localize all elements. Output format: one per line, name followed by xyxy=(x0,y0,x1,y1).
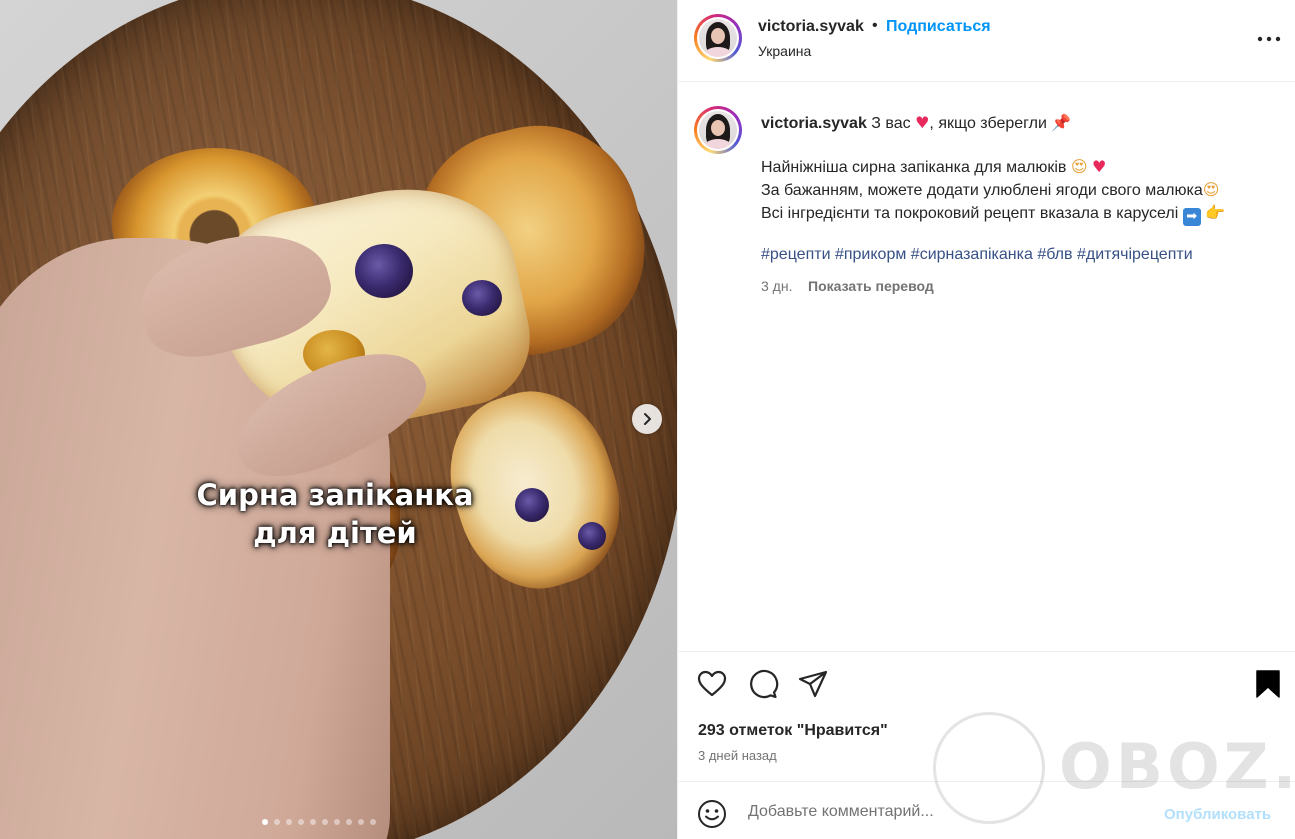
caption-username[interactable]: victoria.syvak xyxy=(761,115,867,132)
separator-dot: • xyxy=(872,17,878,34)
carousel-dot xyxy=(286,819,292,825)
overlay-line-2: для дітей xyxy=(253,516,417,550)
smiley-icon xyxy=(698,800,726,828)
carousel-dot xyxy=(310,819,316,825)
caption-timestamp[interactable]: 3 дн. xyxy=(761,278,792,294)
blueberry xyxy=(462,280,502,316)
comment-bar: Опубликовать xyxy=(678,781,1295,839)
carousel-dot xyxy=(322,819,328,825)
location-link[interactable]: Украина xyxy=(758,43,811,59)
right-arrow-emoji: ➡ xyxy=(1182,208,1201,226)
next-slide-button[interactable] xyxy=(632,404,662,434)
likes-count[interactable]: 293 отметок "Нравится" xyxy=(698,722,888,740)
post-header: victoria.syvak • Подписаться Украина xyxy=(678,0,1295,82)
action-bar: 293 отметок "Нравится" 3 дней назад xyxy=(678,651,1295,781)
caption-first-line: victoria.syvak З вас ♥, якщо зберегли 📌 xyxy=(761,112,1071,135)
send-icon xyxy=(798,670,828,698)
share-button[interactable] xyxy=(797,668,829,700)
hashtag-link[interactable]: #прикорм xyxy=(835,246,906,263)
carousel-dot xyxy=(298,819,304,825)
hashtag-link[interactable]: #рецепти xyxy=(761,246,831,263)
carousel-dot xyxy=(358,819,364,825)
username-link[interactable]: victoria.syvak xyxy=(758,18,864,36)
more-horizontal-icon xyxy=(1257,36,1281,42)
media-overlay-text: Сирна запіканка для дітей xyxy=(150,476,520,552)
carousel-dot xyxy=(370,819,376,825)
caption-text: З вас xyxy=(866,115,916,132)
bookmark-icon xyxy=(1256,670,1280,698)
avatar[interactable] xyxy=(694,106,742,154)
hashtag-link[interactable]: #сирназапіканка xyxy=(911,246,1033,263)
carousel-dot xyxy=(274,819,280,825)
save-button[interactable] xyxy=(1252,668,1284,700)
blueberry xyxy=(355,244,413,298)
post-timestamp: 3 дней назад xyxy=(698,748,777,763)
carousel-dot xyxy=(262,819,268,825)
blueberry xyxy=(515,488,549,522)
heart-eyes-emoji: 😍 xyxy=(1202,180,1220,199)
comment-input[interactable] xyxy=(748,800,1148,824)
publish-button[interactable]: Опубликовать xyxy=(1164,806,1271,823)
more-options-button[interactable] xyxy=(1256,26,1282,52)
pushpin-emoji: 📌 xyxy=(1051,113,1072,132)
hashtag-link[interactable]: #дитячірецепти xyxy=(1077,246,1193,263)
carousel-dots xyxy=(262,819,376,825)
caption-block: victoria.syvak З вас ♥, якщо зберегли 📌 … xyxy=(678,82,1295,650)
post-side-panel: victoria.syvak • Подписаться Украина vic… xyxy=(677,0,1295,839)
carousel-dot xyxy=(346,819,352,825)
comment-icon xyxy=(750,669,779,699)
hashtag-list: #рецепти #прикорм #сирназапіканка #блв #… xyxy=(761,246,1193,264)
blueberry xyxy=(578,522,606,550)
like-button[interactable] xyxy=(696,668,728,700)
heart-emoji: ♥ xyxy=(915,113,930,132)
heart-emoji: ♥ xyxy=(1091,157,1107,176)
chevron-right-icon xyxy=(644,413,651,425)
caption-line: За бажанням, можете додати улюблені ягод… xyxy=(761,180,1220,199)
overlay-line-1: Сирна запіканка xyxy=(196,478,474,512)
hashtag-link[interactable]: #блв xyxy=(1037,246,1072,263)
show-translation-button[interactable]: Показать перевод xyxy=(808,278,934,294)
carousel-dot xyxy=(334,819,340,825)
caption-line: Найніжніша сирна запіканка для малюків 😍… xyxy=(761,157,1107,176)
caption-line: Всі інгредієнти та покроковий рецепт вка… xyxy=(761,203,1226,226)
comment-button[interactable] xyxy=(747,668,779,700)
emoji-picker-button[interactable] xyxy=(697,799,727,829)
heart-icon xyxy=(697,670,727,697)
post-media[interactable]: Сирна запіканка для дітей xyxy=(0,0,677,839)
caption-text: , якщо зберегли xyxy=(929,115,1052,132)
avatar[interactable] xyxy=(694,14,742,62)
pointing-hand-emoji: 👉 xyxy=(1205,203,1226,222)
follow-button[interactable]: Подписаться xyxy=(886,18,991,36)
heart-eyes-emoji: 😍 xyxy=(1070,157,1088,176)
